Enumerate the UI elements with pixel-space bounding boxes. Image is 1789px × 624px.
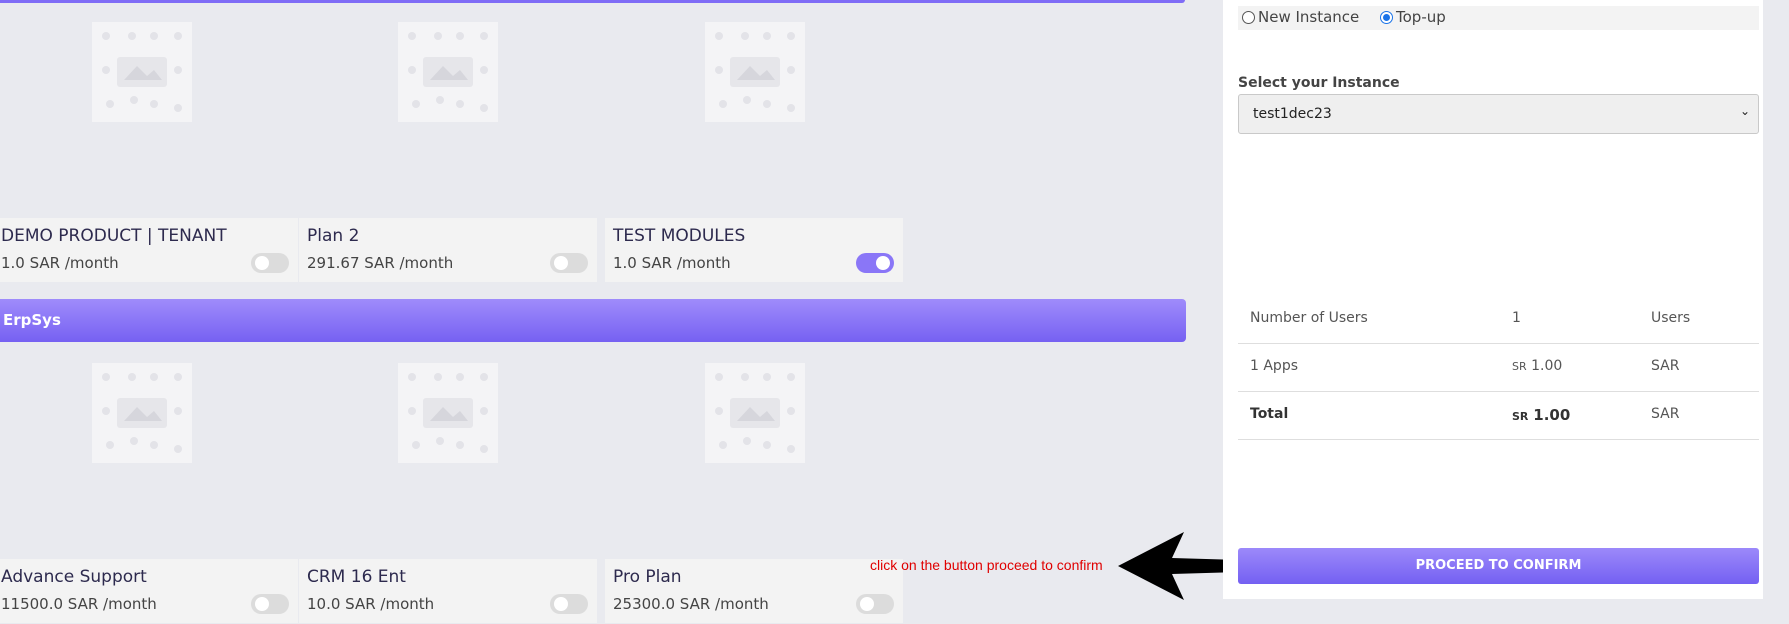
product-card: Pro Plan 25300.0 SAR /month [605,559,903,623]
product-toggle[interactable] [856,253,894,273]
summary-label: Total [1250,406,1289,422]
summary-unit: SAR [1651,358,1680,374]
radio-label: New Instance [1258,8,1360,26]
arrow-left-icon [1118,532,1240,600]
product-price: 1.0 SAR /month [613,254,731,272]
summary-label: 1 Apps [1250,358,1299,374]
summary-value: 1.00 [1531,358,1563,374]
product-toggle[interactable] [251,594,289,614]
annotation-text: click on the button proceed to confirm [870,557,1103,573]
product-card: TEST MODULES 1.0 SAR /month [605,218,903,282]
radio-button[interactable] [1380,10,1393,24]
product-toggle[interactable] [856,594,894,614]
product-name: DEMO PRODUCT | TENANT [1,226,227,246]
product-image-placeholder-icon [398,363,498,463]
table-row: Number of Users 1 Users [1238,296,1759,344]
product-image-placeholder-icon [398,22,498,122]
product-name: Plan 2 [307,226,360,246]
proceed-to-confirm-button[interactable]: PROCEED TO CONFIRM [1238,548,1759,584]
product-toggle[interactable] [550,594,588,614]
product-card: Plan 2 291.67 SAR /month [299,218,597,282]
product-name: CRM 16 Ent [307,567,406,587]
radio-new-instance[interactable]: New Instance [1242,8,1359,26]
product-card: DEMO PRODUCT | TENANT 1.0 SAR /month [0,218,298,282]
radio-top-up[interactable]: Top-up [1380,8,1446,26]
chevron-down-icon: ⌄ [1739,104,1750,118]
product-name: Advance Support [1,567,147,587]
order-summary-table: Number of Users 1 Users 1 Apps SR 1.00 S… [1238,296,1759,440]
product-price: 10.0 SAR /month [307,595,435,613]
product-image-placeholder-icon [705,22,805,122]
instance-select-label: Select your Instance [1238,75,1400,91]
section-divider [0,0,1185,3]
radio-button[interactable] [1242,10,1255,24]
instance-select-value: test1dec23 [1253,106,1332,122]
summary-amount: SR 1.00 [1512,358,1562,374]
table-row: 1 Apps SR 1.00 SAR [1238,344,1759,392]
product-price: 25300.0 SAR /month [613,595,769,613]
currency-symbol: SR [1512,410,1529,423]
product-price: 1.0 SAR /month [1,254,119,272]
table-row-total: Total SR 1.00 SAR [1238,392,1759,440]
product-card: CRM 16 Ent 10.0 SAR /month [299,559,597,623]
product-name: TEST MODULES [613,226,746,246]
product-image-placeholder-icon [92,363,192,463]
product-toggle[interactable] [550,253,588,273]
summary-unit: Users [1651,310,1691,326]
order-summary-panel: New Instance Top-up Select your Instance… [1223,0,1763,599]
summary-amount: SR 1.00 [1512,406,1570,424]
summary-value: 1 [1512,310,1521,326]
currency-symbol: SR [1512,360,1527,373]
product-price: 291.67 SAR /month [307,254,454,272]
product-image-placeholder-icon [705,363,805,463]
group-title: ErpSys [3,311,61,329]
product-image-placeholder-icon [92,22,192,122]
instance-type-radio-group: New Instance Top-up [1238,6,1759,30]
summary-unit: SAR [1651,406,1680,422]
product-price: 11500.0 SAR /month [1,595,157,613]
instance-select[interactable]: test1dec23 ⌄ [1238,94,1759,134]
product-name: Pro Plan [613,567,682,587]
page: DEMO PRODUCT | TENANT 1.0 SAR /month Pla… [0,0,1789,624]
summary-value: 1.00 [1533,406,1571,424]
product-group-header[interactable]: ErpSys [0,299,1186,342]
product-toggle[interactable] [251,253,289,273]
radio-label: Top-up [1396,8,1446,26]
product-card: Advance Support 11500.0 SAR /month [0,559,298,623]
summary-label: Number of Users [1250,310,1368,326]
